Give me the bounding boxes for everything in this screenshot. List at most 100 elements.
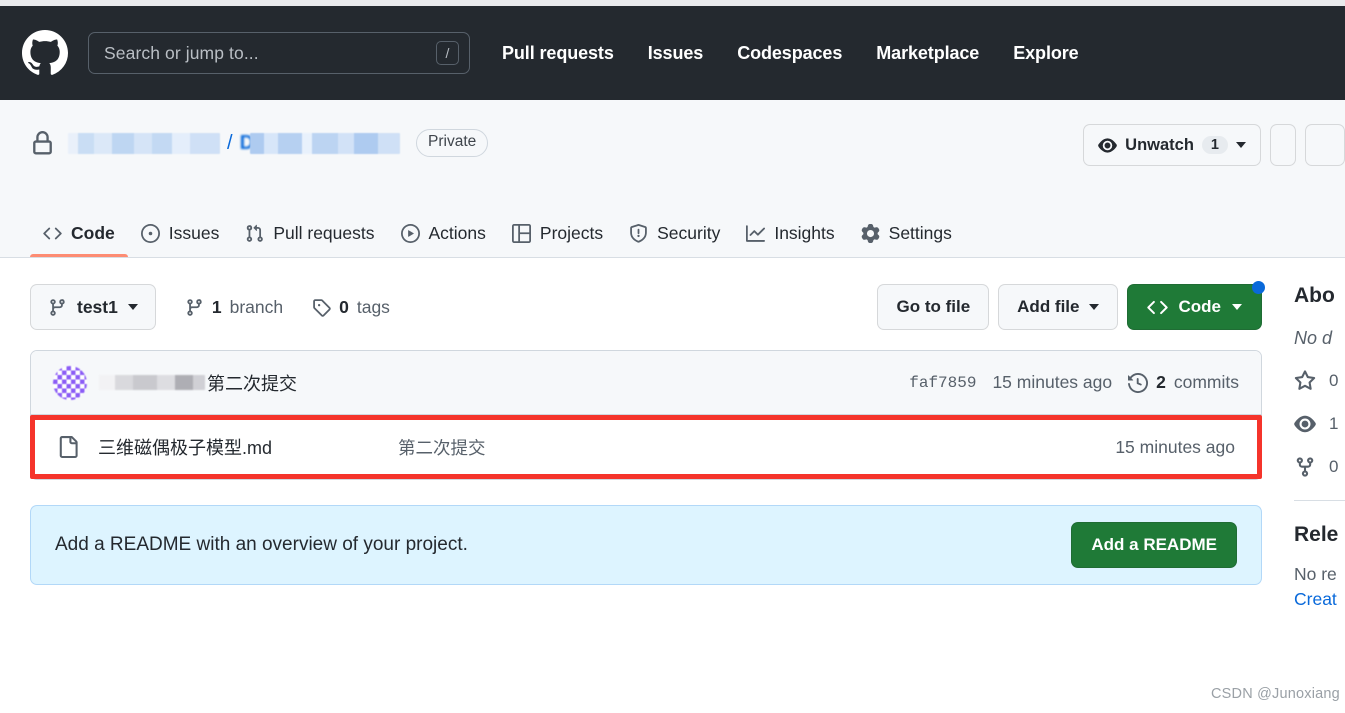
add-file-label: Add file [1017, 297, 1080, 316]
avatar [53, 365, 87, 400]
add-file-button[interactable]: Add file [998, 284, 1118, 330]
commits-count-link[interactable]: 2 commits [1128, 372, 1239, 393]
code-button[interactable]: Code [1126, 281, 1265, 330]
notification-dot [1252, 281, 1265, 294]
fork-icon [1296, 457, 1314, 477]
tab-security[interactable]: Security [616, 223, 733, 257]
chevron-down-icon [127, 304, 138, 310]
tab-projects[interactable]: Projects [499, 223, 616, 257]
nav-explore[interactable]: Explore [1013, 43, 1078, 64]
sidebar-divider [1294, 500, 1345, 501]
lock-icon [30, 130, 55, 156]
tab-code[interactable]: Code [30, 223, 128, 257]
forks-count: 0 [1329, 457, 1339, 476]
tags-count: 0 [339, 296, 349, 317]
go-to-file-button[interactable]: Go to file [877, 284, 990, 330]
tab-code-label: Code [71, 223, 115, 243]
tags-link[interactable]: 0 tags [312, 297, 390, 318]
nav-marketplace[interactable]: Marketplace [876, 43, 979, 64]
tab-issues[interactable]: Issues [128, 223, 233, 257]
watchers-stat[interactable]: 1 [1294, 413, 1345, 435]
no-releases-text: No re [1294, 564, 1337, 584]
tab-projects-label: Projects [539, 223, 604, 243]
chevron-down-icon [1236, 142, 1246, 148]
readme-banner: Add a README with an overview of your pr… [30, 505, 1262, 585]
github-mark-icon[interactable] [22, 30, 68, 76]
repo-header: / D Private Unwatch 1 Code Issues Pull r… [0, 100, 1345, 258]
chevron-down-icon [1232, 304, 1242, 310]
latest-commit-row: 第二次提交 faf7859 15 minutes ago 2 commits [31, 351, 1261, 415]
tab-pull-requests-label: Pull requests [273, 223, 375, 243]
repo-actions: Unwatch 1 [1083, 124, 1345, 166]
file-name[interactable]: 三维磁偶极子模型.md [98, 434, 398, 460]
unwatch-label: Unwatch [1125, 135, 1194, 154]
branches-label: branch [229, 296, 284, 317]
file-icon [57, 436, 79, 458]
tags-label: tags [356, 296, 390, 317]
commit-meta: faf7859 15 minutes ago 2 commits [909, 372, 1239, 393]
branch-selector[interactable]: test1 [30, 284, 156, 330]
code-button-label: Code [1178, 297, 1222, 316]
tab-insights[interactable]: Insights [733, 223, 847, 257]
stars-stat[interactable]: 0 [1294, 370, 1345, 392]
stars-count: 0 [1329, 371, 1339, 390]
search-input[interactable]: Search or jump to... / [88, 32, 470, 74]
watchers-count: 1 [1329, 414, 1339, 433]
search-placeholder: Search or jump to... [104, 42, 259, 63]
fork-button-clipped[interactable] [1270, 124, 1296, 166]
tab-actions-label: Actions [428, 223, 486, 243]
commit-time: 15 minutes ago [992, 372, 1113, 392]
tab-insights-label: Insights [774, 223, 835, 243]
about-heading: Abo [1294, 284, 1335, 307]
tab-settings[interactable]: Settings [848, 223, 965, 257]
tab-actions[interactable]: Actions [388, 223, 499, 257]
forks-stat[interactable]: 0 [1294, 456, 1345, 478]
unwatch-button[interactable]: Unwatch 1 [1083, 124, 1261, 166]
tab-issues-label: Issues [168, 223, 220, 243]
global-nav: Pull requests Issues Codespaces Marketpl… [502, 43, 1079, 64]
breadcrumb-separator: / [227, 131, 233, 154]
repo-name-redacted[interactable] [250, 132, 401, 154]
about-description: No d [1294, 328, 1333, 348]
star-icon [1294, 370, 1316, 390]
commit-sha[interactable]: faf7859 [909, 374, 976, 392]
global-header: Search or jump to... / Pull requests Iss… [0, 6, 1345, 100]
nav-pull-requests[interactable]: Pull requests [502, 43, 614, 64]
watermark: CSDN @Junoxiang [1211, 686, 1340, 702]
star-button-clipped[interactable] [1305, 124, 1345, 166]
sidebar: Abo No d 0 1 0 Rele No re Creat [1262, 258, 1345, 610]
branches-count: 1 [211, 296, 222, 317]
branch-name: test1 [77, 296, 118, 317]
create-release-link[interactable]: Creat [1294, 589, 1345, 610]
file-time: 15 minutes ago [1115, 436, 1235, 457]
commits-count-value: 2 [1156, 372, 1166, 392]
search-shortcut-badge: / [436, 41, 459, 65]
eye-icon [1098, 136, 1117, 155]
highlight-annotation: 三维磁偶极子模型.md 第二次提交 15 minutes ago [30, 415, 1262, 479]
file-listing-box: 第二次提交 faf7859 15 minutes ago 2 commits 三… [30, 350, 1262, 480]
branches-link[interactable]: 1 branch [185, 297, 283, 318]
page-root: Search or jump to... / Pull requests Iss… [0, 0, 1345, 713]
toolbar-actions: Go to file Add file Code [877, 281, 1265, 330]
repo-nav: Code Issues Pull requests Actions Projec… [0, 203, 965, 257]
commit-author-redacted[interactable] [99, 375, 205, 390]
readme-banner-text: Add a README with an overview of your pr… [55, 534, 468, 555]
main-column: test1 1 branch 0 tags Go to file Add fil… [30, 258, 1265, 610]
tab-settings-label: Settings [888, 223, 952, 243]
tab-security-label: Security [657, 223, 721, 243]
nav-codespaces[interactable]: Codespaces [737, 43, 842, 64]
file-toolbar: test1 1 branch 0 tags Go to file Add fil… [30, 281, 1265, 330]
commit-message[interactable]: 第二次提交 [207, 370, 297, 396]
releases-heading: Rele [1294, 523, 1339, 546]
file-commit-message[interactable]: 第二次提交 [398, 435, 1115, 460]
unwatch-count: 1 [1201, 136, 1228, 154]
chevron-down-icon [1088, 304, 1099, 310]
nav-issues[interactable]: Issues [648, 43, 704, 64]
tab-pull-requests[interactable]: Pull requests [232, 223, 387, 257]
content-wrapper: test1 1 branch 0 tags Go to file Add fil… [0, 258, 1345, 610]
add-readme-button[interactable]: Add a README [1071, 522, 1237, 568]
commits-count-label: commits [1173, 372, 1239, 392]
table-row[interactable]: 三维磁偶极子模型.md 第二次提交 15 minutes ago [35, 420, 1257, 474]
repo-owner-redacted[interactable] [68, 132, 220, 154]
eye-icon [1294, 415, 1316, 433]
